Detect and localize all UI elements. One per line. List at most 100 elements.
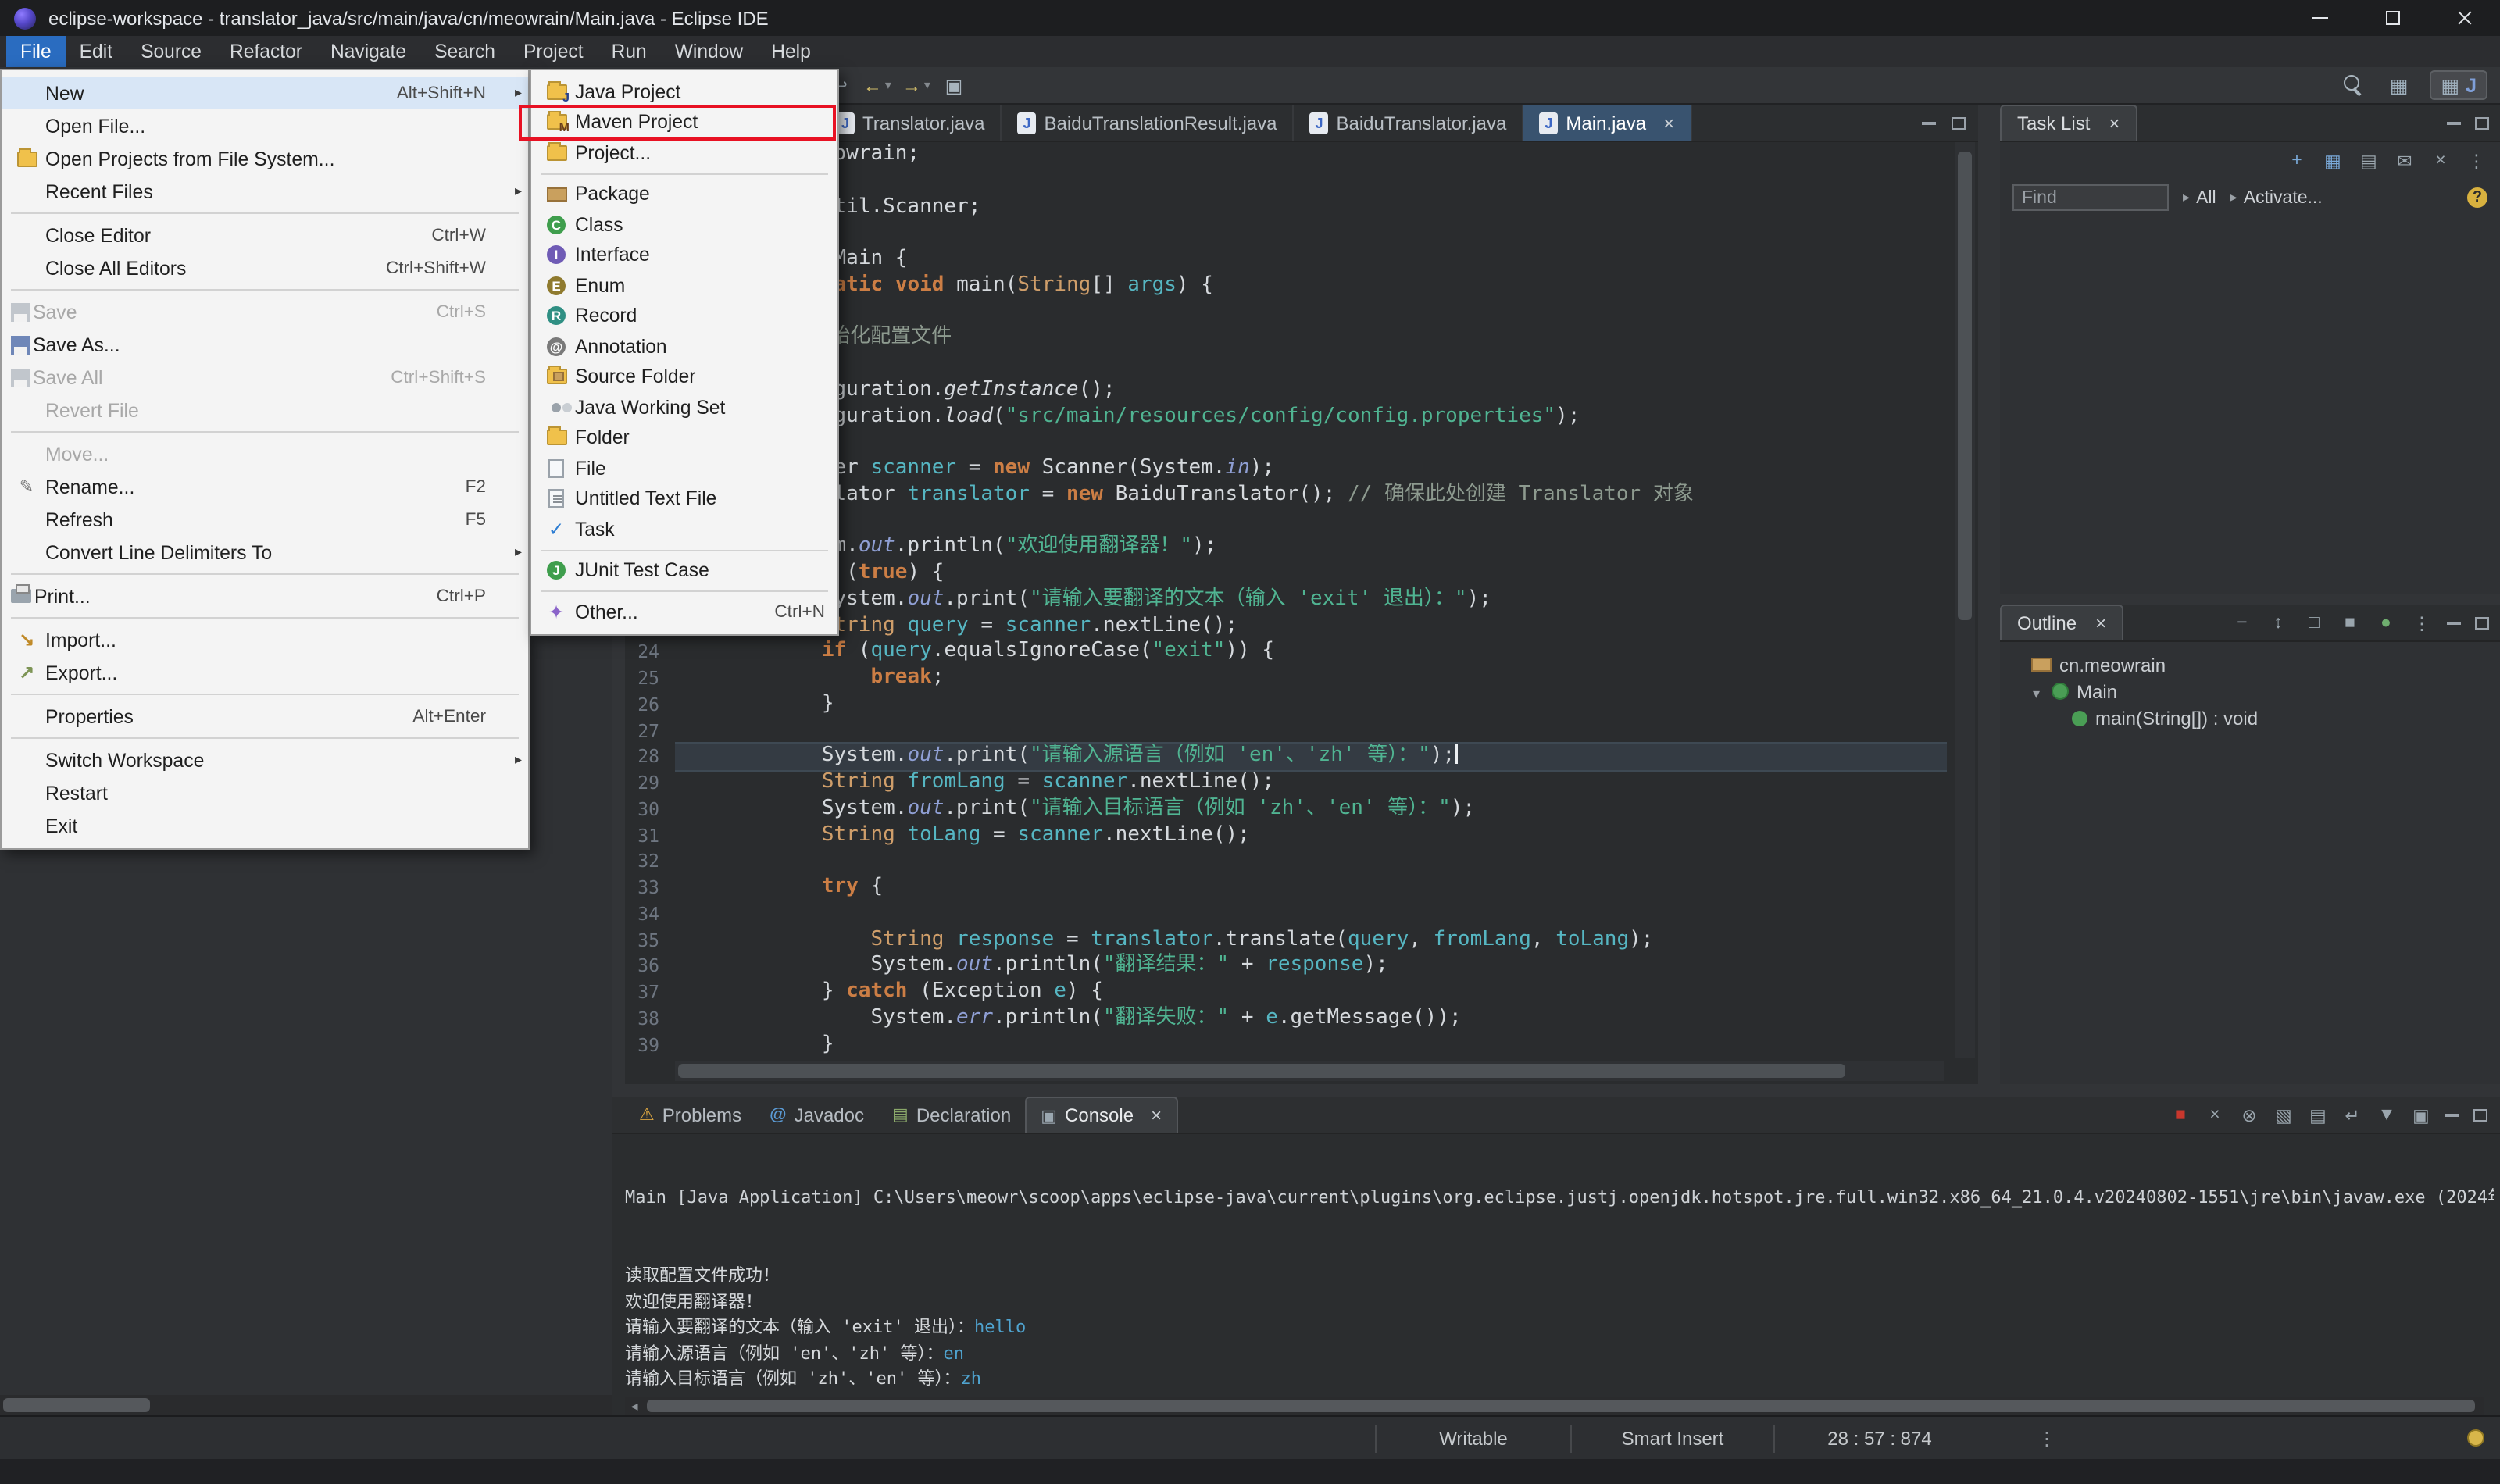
new-submenu-item-file[interactable]: File bbox=[531, 453, 838, 483]
menubar-search[interactable]: Search bbox=[420, 36, 509, 67]
tab-declaration[interactable]: Declaration bbox=[878, 1097, 1025, 1133]
new-submenu-item-enum[interactable]: E Enum bbox=[531, 270, 838, 301]
new-submenu-item-junit-test-case[interactable]: J JUnit Test Case bbox=[531, 555, 838, 586]
scrollbar-thumb[interactable] bbox=[647, 1400, 2475, 1412]
maximize-button[interactable] bbox=[2356, 0, 2428, 36]
editor-tab-baidutranslator-java[interactable]: BaiduTranslator.java bbox=[1294, 105, 1524, 141]
sort-icon[interactable] bbox=[2267, 608, 2289, 637]
file-menu-item-open-file[interactable]: Open File... bbox=[2, 109, 528, 142]
file-menu-item-recent-files[interactable]: Recent Files bbox=[2, 175, 528, 208]
tab-console[interactable]: Console bbox=[1025, 1097, 1178, 1133]
new-task-icon[interactable] bbox=[2286, 147, 2308, 175]
outline-node-main-string-void[interactable]: main(String[]) : void bbox=[2003, 705, 2497, 731]
file-menu-item-restart[interactable]: Restart bbox=[2, 776, 528, 809]
scrollbar-thumb[interactable] bbox=[1958, 152, 1972, 620]
collapse-all-icon[interactable] bbox=[2231, 608, 2253, 637]
new-submenu-item-project[interactable]: Project... bbox=[531, 137, 838, 168]
menubar-refactor[interactable]: Refactor bbox=[216, 36, 316, 67]
explorer-hscrollbar[interactable] bbox=[0, 1395, 612, 1415]
status-overflow-icon[interactable] bbox=[2038, 1427, 2056, 1449]
new-submenu-item-interface[interactable]: I Interface bbox=[531, 240, 838, 270]
outline-node-main[interactable]: Main bbox=[2003, 678, 2497, 705]
scheduled-icon[interactable] bbox=[2358, 147, 2380, 175]
email-icon[interactable] bbox=[2394, 147, 2416, 175]
scope-all-dropdown[interactable]: All bbox=[2183, 188, 2216, 207]
maximize-view-icon[interactable] bbox=[2475, 616, 2489, 629]
menubar-source[interactable]: Source bbox=[127, 36, 216, 67]
menubar-navigate[interactable]: Navigate bbox=[316, 36, 420, 67]
expander-icon[interactable] bbox=[2033, 680, 2052, 702]
maximize-view-icon[interactable] bbox=[2475, 116, 2489, 129]
minimize-button[interactable] bbox=[2284, 0, 2356, 36]
new-submenu-item-other[interactable]: Other... Ctrl+N bbox=[531, 597, 838, 627]
minimize-view-icon[interactable] bbox=[1922, 121, 1936, 124]
tab-javadoc[interactable]: Javadoc bbox=[755, 1097, 878, 1133]
scroll-left-icon[interactable] bbox=[625, 1397, 644, 1415]
file-menu-item-open-projects-from-file-system[interactable]: Open Projects from File System... bbox=[2, 142, 528, 175]
hide-completed-icon[interactable] bbox=[2430, 147, 2452, 175]
remove-all-launches-icon[interactable] bbox=[2239, 1101, 2259, 1129]
file-menu-item-switch-workspace[interactable]: Switch Workspace bbox=[2, 744, 528, 776]
menubar-help[interactable]: Help bbox=[757, 36, 825, 67]
menubar-edit[interactable]: Edit bbox=[66, 36, 127, 67]
editor-tab-main-java[interactable]: Main.java bbox=[1523, 105, 1692, 141]
maximize-view-icon[interactable] bbox=[1952, 116, 1966, 129]
new-submenu-item-java-working-set[interactable]: Java Working Set bbox=[531, 392, 838, 423]
file-menu-item-close-all-editors[interactable]: Close All Editors Ctrl+Shift+W bbox=[2, 251, 528, 284]
new-submenu-item-java-project[interactable]: Java Project bbox=[531, 77, 838, 107]
remove-launch-icon[interactable] bbox=[2205, 1101, 2225, 1129]
scroll-lock-icon[interactable] bbox=[2308, 1101, 2328, 1129]
view-menu-icon[interactable] bbox=[2411, 608, 2433, 637]
hide-static-icon[interactable] bbox=[2339, 608, 2361, 637]
activate-dropdown[interactable]: Activate... bbox=[2230, 188, 2323, 207]
new-submenu-item-source-folder[interactable]: Source Folder bbox=[531, 362, 838, 392]
close-tab-icon[interactable] bbox=[1663, 112, 1674, 134]
console-hscrollbar[interactable] bbox=[625, 1397, 2484, 1415]
editor-hscrollbar[interactable] bbox=[675, 1061, 1944, 1081]
file-menu-item-exit[interactable]: Exit bbox=[2, 809, 528, 842]
minimize-view-icon[interactable] bbox=[2447, 121, 2461, 124]
minimize-view-icon[interactable] bbox=[2445, 1113, 2459, 1116]
menubar-project[interactable]: Project bbox=[509, 36, 598, 67]
scrollbar-thumb[interactable] bbox=[3, 1398, 150, 1412]
view-menu-icon[interactable] bbox=[2466, 147, 2488, 175]
editor-vscrollbar[interactable] bbox=[1955, 142, 1975, 1058]
file-menu-item-print[interactable]: Print... Ctrl+P bbox=[2, 580, 528, 612]
close-view-icon[interactable] bbox=[2095, 612, 2106, 634]
menubar-window[interactable]: Window bbox=[661, 36, 758, 67]
file-menu-item-close-editor[interactable]: Close Editor Ctrl+W bbox=[2, 219, 528, 251]
new-submenu-item-maven-project[interactable]: Maven Project bbox=[519, 104, 838, 141]
scrollbar-thumb[interactable] bbox=[678, 1064, 1846, 1078]
menubar-run[interactable]: Run bbox=[598, 36, 661, 67]
categorized-icon[interactable] bbox=[2322, 147, 2344, 175]
word-wrap-icon[interactable] bbox=[2342, 1101, 2362, 1129]
file-menu-item-properties[interactable]: Properties Alt+Enter bbox=[2, 700, 528, 733]
maximize-view-icon[interactable] bbox=[2473, 1108, 2488, 1121]
horizontal-sash[interactable] bbox=[2000, 594, 2500, 605]
close-tab-icon[interactable] bbox=[1151, 1104, 1162, 1126]
minimize-view-icon[interactable] bbox=[2447, 621, 2461, 624]
menubar-file[interactable]: File bbox=[6, 36, 66, 67]
file-menu-item-refresh[interactable]: Refresh F5 bbox=[2, 503, 528, 536]
new-submenu-item-record[interactable]: R Record bbox=[531, 301, 838, 331]
tab-outline[interactable]: Outline bbox=[2000, 605, 2124, 640]
notification-icon[interactable] bbox=[2467, 1429, 2484, 1447]
vertical-sash[interactable] bbox=[1978, 105, 2000, 1084]
cursor-position-status[interactable]: 28 : 57 : 874 bbox=[1773, 1424, 1984, 1452]
new-submenu-item-package[interactable]: Package bbox=[531, 179, 838, 209]
new-submenu-item-annotation[interactable]: @ Annotation bbox=[531, 331, 838, 362]
editor-tab-translator-java[interactable]: Translator.java bbox=[820, 105, 1002, 141]
hide-non-public-icon[interactable] bbox=[2375, 608, 2397, 637]
console-output[interactable]: Main [Java Application] C:\Users\meowr\s… bbox=[625, 1134, 2494, 1395]
search-icon[interactable] bbox=[2340, 71, 2368, 99]
outline-node-cn-meowrain[interactable]: cn.meowrain bbox=[2003, 651, 2497, 678]
file-menu-item-rename[interactable]: Rename... F2 bbox=[2, 470, 528, 503]
find-input[interactable]: Find bbox=[2012, 184, 2169, 211]
new-submenu-item-untitled-text-file[interactable]: Untitled Text File bbox=[531, 483, 838, 514]
file-menu-item-import[interactable]: Import... bbox=[2, 623, 528, 656]
hide-fields-icon[interactable] bbox=[2303, 608, 2325, 637]
new-submenu-item-task[interactable]: Task bbox=[531, 514, 838, 544]
terminate-icon[interactable] bbox=[2170, 1101, 2191, 1129]
back-icon[interactable] bbox=[863, 70, 891, 101]
new-window-icon[interactable] bbox=[941, 70, 966, 101]
